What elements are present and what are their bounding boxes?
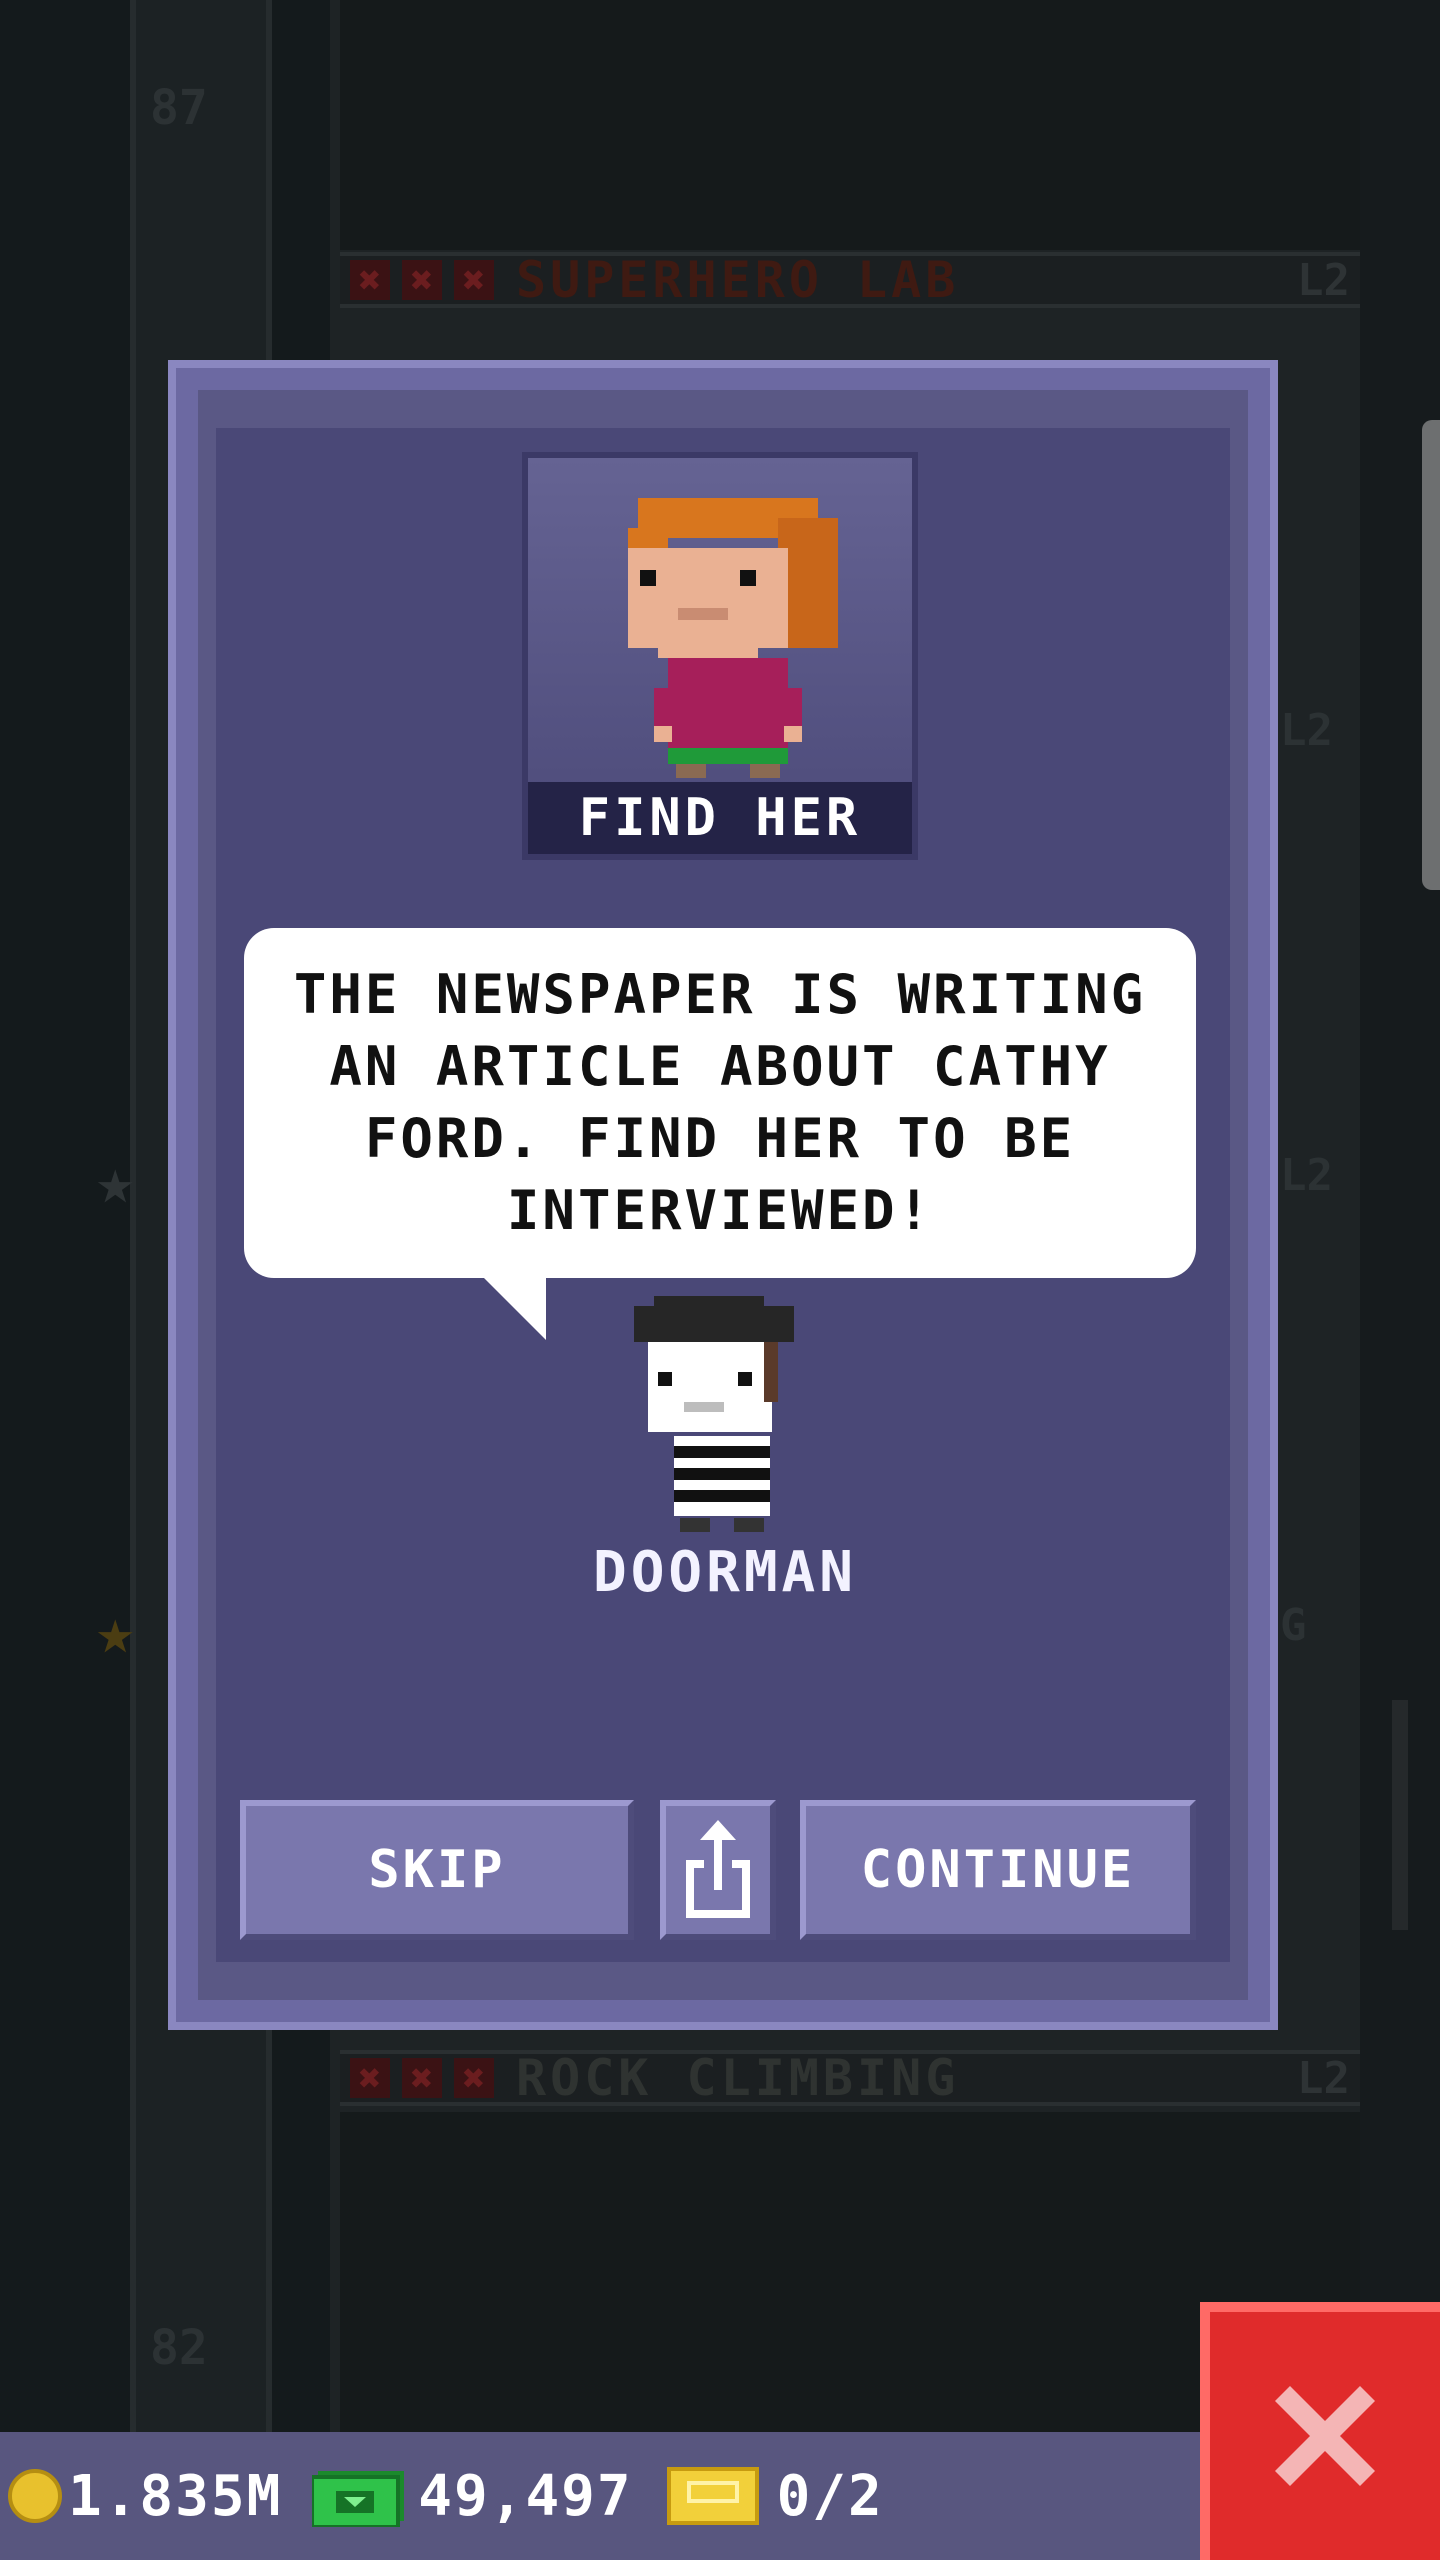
empty-slot-icon: ✖ xyxy=(350,260,390,300)
floor-number: 87 xyxy=(150,80,208,136)
coin-icon xyxy=(8,2469,62,2523)
floor-level: L2 xyxy=(1297,254,1350,306)
coin-balance: 1.835M xyxy=(68,2463,283,2529)
ticket-icon xyxy=(666,2467,759,2525)
floor-number: 82 xyxy=(150,2320,208,2376)
floor-room-top xyxy=(340,0,1360,250)
npc-name: DOORMAN xyxy=(592,1540,857,1605)
empty-slot-icon: ✖ xyxy=(454,260,494,300)
speech-tail-icon xyxy=(482,1276,546,1340)
speech-bubble: THE NEWSPAPER IS WRITING AN ARTICLE ABOU… xyxy=(244,928,1196,1278)
ticket-count: 0/2 xyxy=(776,2463,884,2529)
currency-status-bar: 1.835M 49,497 0/2 xyxy=(0,2432,1200,2560)
floor-banner-superhero-lab[interactable]: ✖ ✖ ✖ SUPERHERO LAB L2 xyxy=(340,251,1360,309)
floor-name: ROCK CLIMBING xyxy=(516,2049,960,2107)
floor-banner-rock-climbing[interactable]: ✖ ✖ ✖ ROCK CLIMBING L2 xyxy=(340,2049,1360,2107)
floor-level: L2 xyxy=(1280,705,1333,756)
side-pull-tab[interactable] xyxy=(1422,420,1440,890)
close-icon xyxy=(1275,2386,1375,2486)
star-icon: ★ xyxy=(96,1595,135,1669)
continue-button[interactable]: CONTINUE xyxy=(800,1800,1196,1940)
bux-balance: 49,497 xyxy=(418,2463,633,2529)
doorman-avatar-icon xyxy=(634,1296,794,1532)
empty-slot-icon: ✖ xyxy=(350,2058,390,2098)
skip-button[interactable]: SKIP xyxy=(240,1800,634,1940)
star-icon: ★ xyxy=(96,1145,135,1219)
empty-slot-icon: ✖ xyxy=(402,2058,442,2098)
bux-icon xyxy=(310,2465,405,2529)
target-portrait: FIND HER xyxy=(522,452,918,860)
empty-slot-icon: ✖ xyxy=(454,2058,494,2098)
empty-slot-icon: ✖ xyxy=(402,260,442,300)
floor-level: L2 xyxy=(1280,1150,1333,1201)
share-button[interactable] xyxy=(660,1800,776,1940)
floor-name: SUPERHERO LAB xyxy=(516,251,960,309)
floor-level: L2 xyxy=(1297,2052,1350,2104)
portrait-label: FIND HER xyxy=(528,782,912,854)
share-icon xyxy=(686,1820,750,1918)
scrollbar[interactable] xyxy=(1392,1700,1408,1930)
close-button[interactable] xyxy=(1200,2302,1440,2560)
floor-level: G xyxy=(1280,1600,1307,1651)
tower-right-edge xyxy=(1360,0,1440,2440)
